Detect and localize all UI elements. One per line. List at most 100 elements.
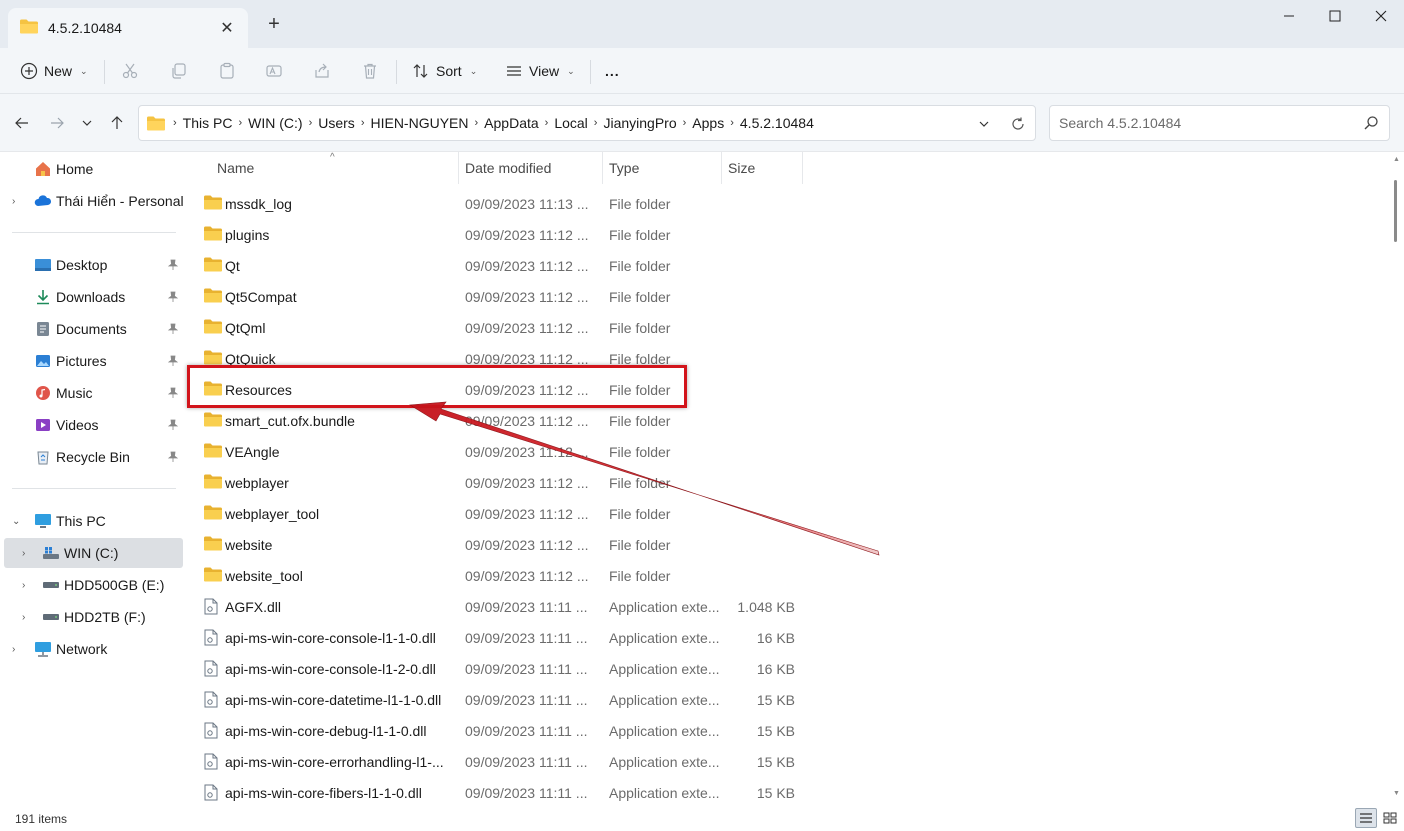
close-window-icon[interactable]	[1358, 0, 1404, 32]
file-row[interactable]: api-ms-win-core-datetime-l1-1-0.dll 09/0…	[198, 684, 998, 715]
file-row[interactable]: QtQuick 09/09/2023 11:12 ... File folder	[198, 343, 998, 374]
search-input[interactable]: Search 4.5.2.10484	[1049, 105, 1390, 141]
breadcrumb-chevron-icon[interactable]: ›	[171, 117, 179, 129]
address-bar[interactable]: › This PC › WIN (C:) › Users › HIEN-NGUY…	[138, 105, 1036, 141]
breadcrumb-chevron-icon[interactable]: ›	[543, 117, 551, 129]
pin-icon[interactable]	[167, 322, 179, 338]
refresh-icon[interactable]	[1007, 114, 1029, 134]
column-header-size[interactable]: Size	[728, 152, 755, 184]
breadcrumb-appdata[interactable]: AppData	[480, 115, 542, 131]
sidebar-item-network[interactable]: › Network	[0, 634, 186, 664]
file-row[interactable]: plugins 09/09/2023 11:12 ... File folder	[198, 219, 998, 250]
sidebar-item-music[interactable]: Music	[0, 378, 186, 408]
sidebar-item-win-c[interactable]: › WIN (C:)	[4, 538, 183, 568]
column-divider[interactable]	[802, 152, 803, 184]
chevron-right-icon[interactable]: ›	[22, 548, 34, 559]
column-divider[interactable]	[602, 152, 603, 184]
recent-locations-chevron-icon[interactable]	[76, 112, 98, 134]
scroll-down-arrow-icon[interactable]: ▼	[1393, 790, 1400, 797]
breadcrumb-apps[interactable]: Apps	[688, 115, 728, 131]
sidebar-item-home[interactable]: Home	[0, 154, 186, 184]
file-row[interactable]: api-ms-win-core-console-l1-2-0.dll 09/09…	[198, 653, 998, 684]
file-row[interactable]: Resources 09/09/2023 11:12 ... File fold…	[198, 374, 998, 405]
view-button[interactable]: View ⌄	[505, 56, 575, 86]
minimize-icon[interactable]	[1266, 0, 1312, 32]
chevron-right-icon[interactable]: ›	[22, 580, 34, 591]
pin-icon[interactable]	[167, 290, 179, 306]
tiles-view-icon[interactable]	[1379, 808, 1401, 828]
sidebar-item-this-pc[interactable]: ⌄ This PC	[0, 506, 186, 536]
paste-icon[interactable]	[216, 60, 238, 82]
file-row[interactable]: Qt 09/09/2023 11:12 ... File folder	[198, 250, 998, 281]
file-row[interactable]: webplayer_tool 09/09/2023 11:12 ... File…	[198, 498, 998, 529]
maximize-icon[interactable]	[1312, 0, 1358, 32]
column-header-date[interactable]: Date modified	[465, 152, 551, 184]
pin-icon[interactable]	[167, 354, 179, 370]
pin-icon[interactable]	[167, 386, 179, 402]
chevron-right-icon[interactable]: ›	[12, 644, 24, 655]
tab-active[interactable]: 4.5.2.10484 ✕	[8, 8, 248, 48]
sidebar-item-drive-e[interactable]: › HDD500GB (E:)	[0, 570, 186, 600]
file-row[interactable]: AGFX.dll 09/09/2023 11:11 ... Applicatio…	[198, 591, 998, 622]
sidebar-item-documents[interactable]: Documents	[0, 314, 186, 344]
file-row[interactable]: api-ms-win-core-console-l1-1-0.dll 09/09…	[198, 622, 998, 653]
file-row[interactable]: VEAngle 09/09/2023 11:12 ... File folder	[198, 436, 998, 467]
copy-icon[interactable]	[168, 60, 190, 82]
new-button[interactable]: New ⌄	[20, 56, 88, 86]
pin-icon[interactable]	[167, 418, 179, 434]
breadcrumb-current[interactable]: 4.5.2.10484	[736, 115, 818, 131]
breadcrumb-chevron-icon[interactable]: ›	[359, 117, 367, 129]
breadcrumb-chevron-icon[interactable]: ›	[307, 117, 315, 129]
sidebar-item-onedrive[interactable]: › Thái Hiển - Personal	[0, 186, 186, 216]
chevron-right-icon[interactable]: ›	[22, 612, 34, 623]
file-row[interactable]: api-ms-win-core-debug-l1-1-0.dll 09/09/2…	[198, 715, 998, 746]
sidebar-item-downloads[interactable]: Downloads	[0, 282, 186, 312]
file-row[interactable]: mssdk_log 09/09/2023 11:13 ... File fold…	[198, 188, 998, 219]
sidebar-item-desktop[interactable]: Desktop	[0, 250, 186, 280]
breadcrumb-chevron-icon[interactable]: ›	[728, 117, 736, 129]
new-tab-button[interactable]: +	[262, 12, 286, 36]
cut-icon[interactable]	[119, 60, 141, 82]
breadcrumb-users[interactable]: Users	[314, 115, 359, 131]
breadcrumb-chevron-icon[interactable]: ›	[473, 117, 481, 129]
breadcrumb-chevron-icon[interactable]: ›	[592, 117, 600, 129]
rename-icon[interactable]	[263, 60, 285, 82]
more-options-button[interactable]: ...	[605, 56, 620, 86]
file-row[interactable]: website 09/09/2023 11:12 ... File folder	[198, 529, 998, 560]
breadcrumb-chevron-icon[interactable]: ›	[236, 117, 244, 129]
sidebar-item-recycle-bin[interactable]: Recycle Bin	[0, 442, 186, 472]
sidebar-item-drive-f[interactable]: › HDD2TB (F:)	[0, 602, 186, 632]
breadcrumb-jianyingpro[interactable]: JianyingPro	[599, 115, 680, 131]
search-icon[interactable]	[1363, 115, 1379, 134]
chevron-down-icon[interactable]: ⌄	[12, 516, 24, 527]
scrollbar-thumb[interactable]	[1394, 180, 1397, 242]
column-header-type[interactable]: Type	[609, 152, 639, 184]
breadcrumb-chevron-icon[interactable]: ›	[681, 117, 689, 129]
share-icon[interactable]	[311, 60, 333, 82]
breadcrumb-this-pc[interactable]: This PC	[179, 115, 237, 131]
up-arrow-icon[interactable]	[106, 112, 128, 134]
chevron-right-icon[interactable]: ›	[12, 196, 24, 207]
details-view-icon[interactable]	[1355, 808, 1377, 828]
file-row[interactable]: api-ms-win-core-errorhandling-l1-... 09/…	[198, 746, 998, 777]
breadcrumb-win-c[interactable]: WIN (C:)	[244, 115, 306, 131]
sidebar-item-videos[interactable]: Videos	[0, 410, 186, 440]
close-tab-icon[interactable]: ✕	[216, 17, 238, 39]
address-history-chevron-icon[interactable]	[973, 114, 995, 134]
pin-icon[interactable]	[167, 450, 179, 466]
file-row[interactable]: webplayer 09/09/2023 11:12 ... File fold…	[198, 467, 998, 498]
sidebar-item-pictures[interactable]: Pictures	[0, 346, 186, 376]
file-row[interactable]: Qt5Compat 09/09/2023 11:12 ... File fold…	[198, 281, 998, 312]
breadcrumb-user[interactable]: HIEN-NGUYEN	[366, 115, 472, 131]
vertical-scrollbar[interactable]: ▲ ▼	[1390, 152, 1404, 804]
column-divider[interactable]	[458, 152, 459, 184]
file-row[interactable]: website_tool 09/09/2023 11:12 ... File f…	[198, 560, 998, 591]
breadcrumb-local[interactable]: Local	[550, 115, 591, 131]
forward-arrow-icon[interactable]	[46, 112, 68, 134]
pin-icon[interactable]	[167, 258, 179, 274]
delete-icon[interactable]	[359, 60, 381, 82]
column-header-name[interactable]: Name	[217, 152, 254, 184]
back-arrow-icon[interactable]	[11, 112, 33, 134]
file-row[interactable]: QtQml 09/09/2023 11:12 ... File folder	[198, 312, 998, 343]
sort-button[interactable]: Sort ⌄	[412, 56, 477, 86]
